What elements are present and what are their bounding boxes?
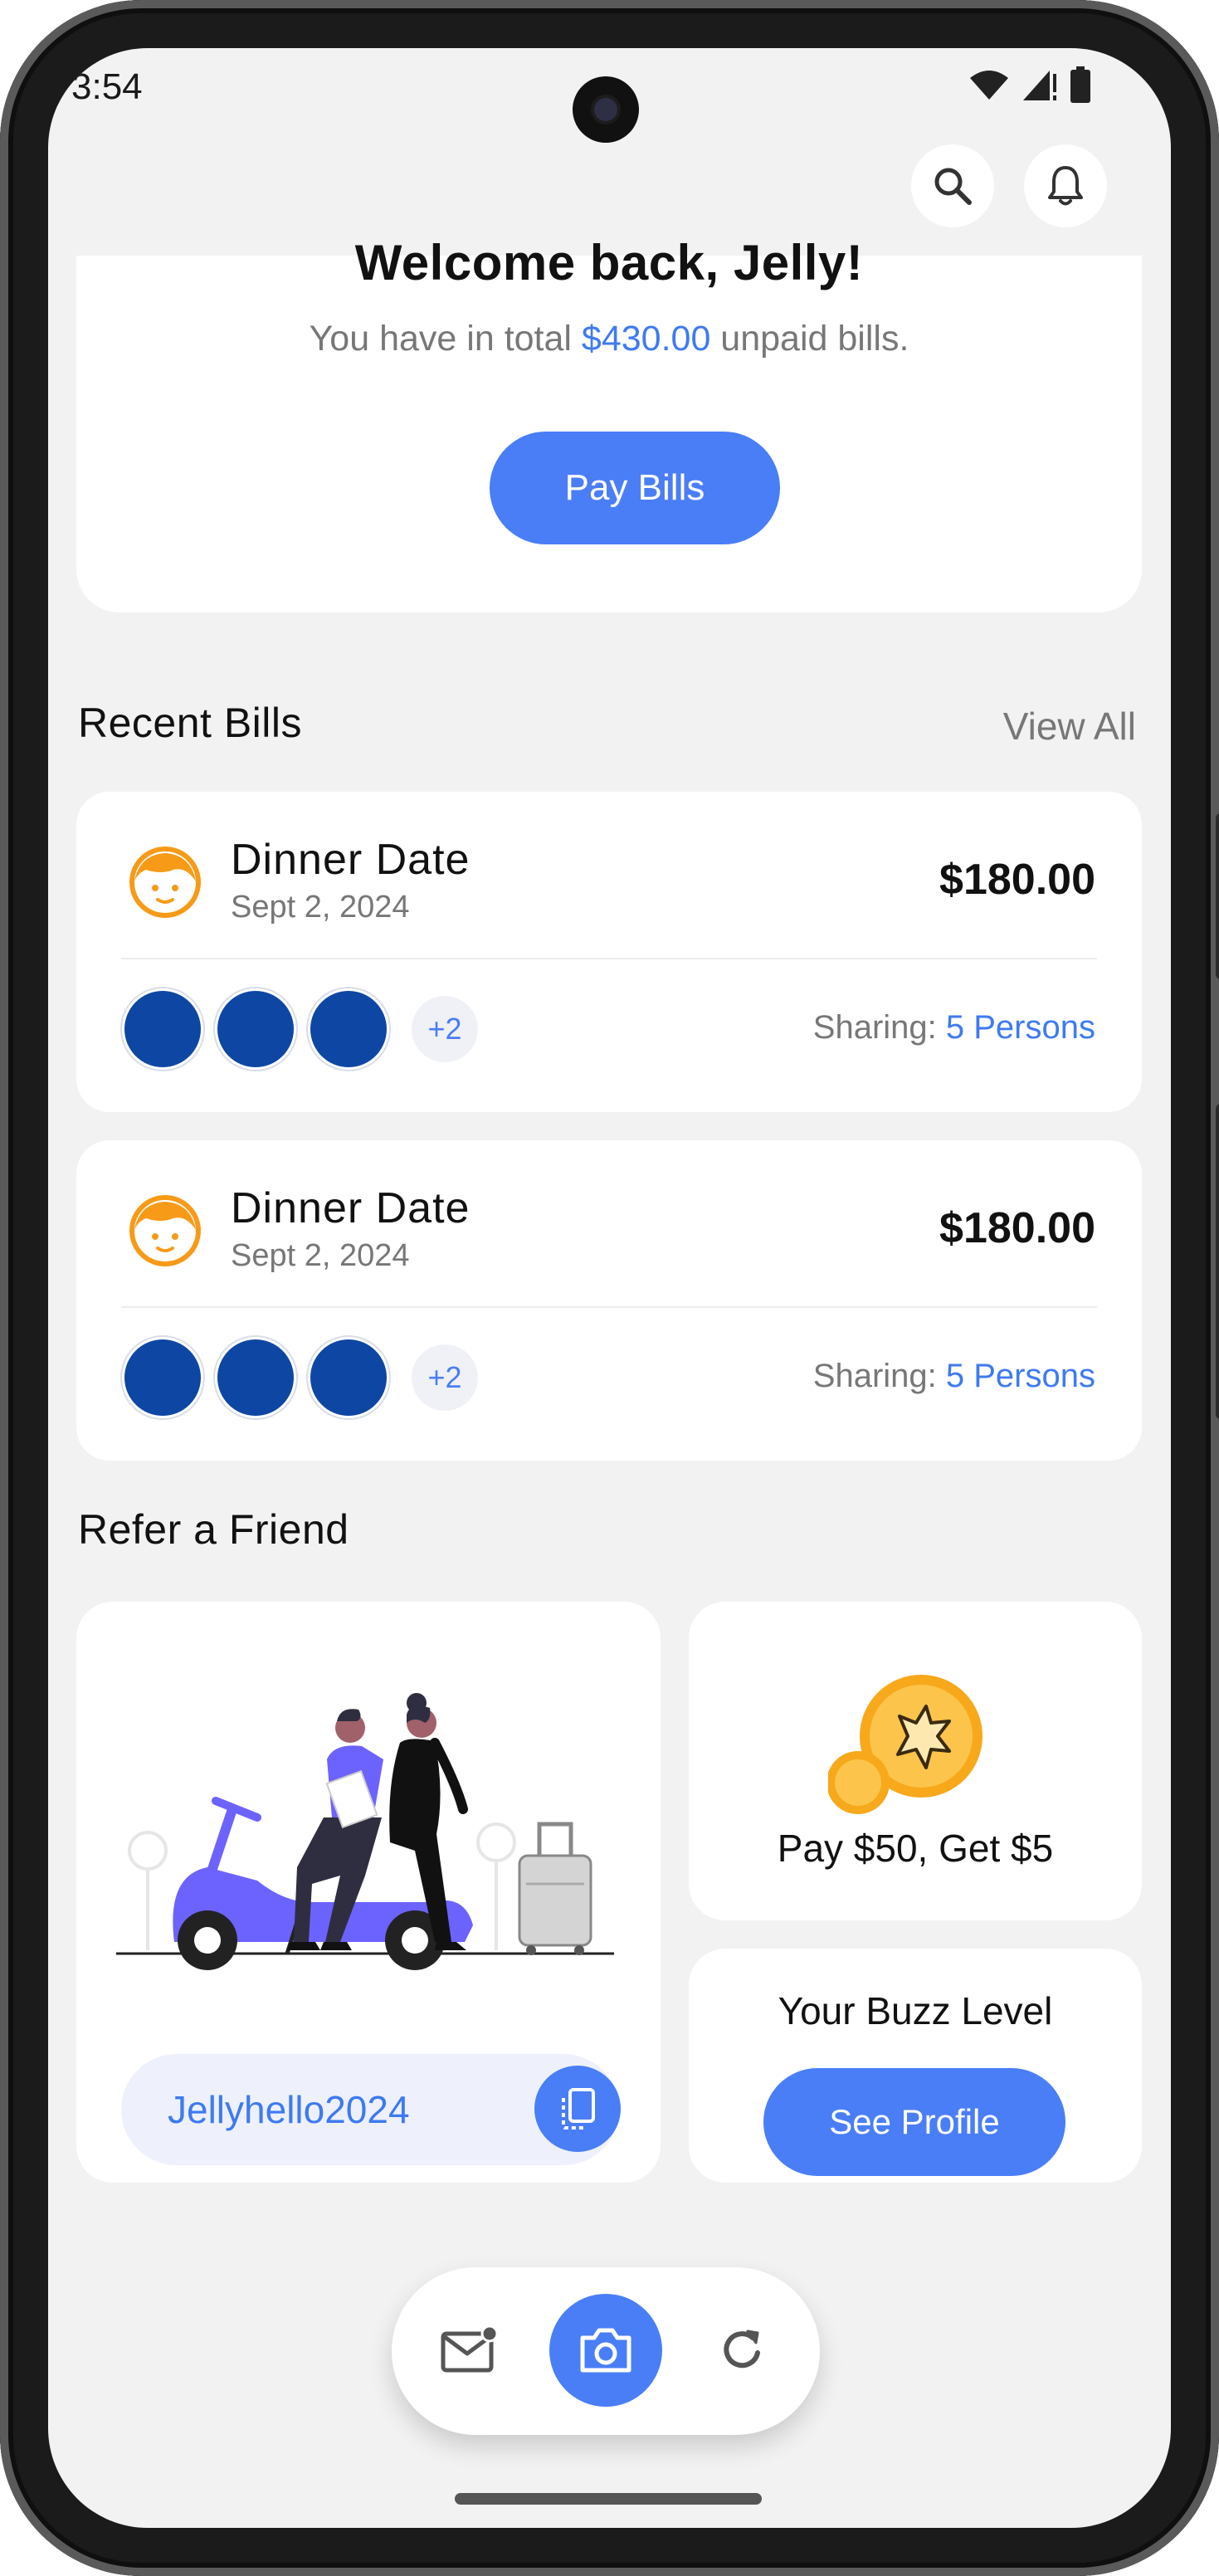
referral-code-field[interactable]: Jellyhello2024 xyxy=(121,2054,621,2165)
see-profile-button[interactable]: See Profile xyxy=(763,2068,1065,2176)
bill-card[interactable]: Dinner Date Sept 2, 2024 $180.00 +2 Shar… xyxy=(76,792,1142,1112)
refer-card: Jellyhello2024 xyxy=(76,1602,661,2183)
refresh-icon xyxy=(724,2330,760,2369)
wifi-icon xyxy=(970,71,1008,100)
bill-date: Sept 2, 2024 xyxy=(231,1238,410,1273)
mail-icon xyxy=(441,2325,499,2373)
phone-frame: 3:54 Welcome back, Jelly! You have in to… xyxy=(0,0,1219,2576)
more-participants-badge: +2 xyxy=(412,1344,478,1411)
bill-name: Dinner Date xyxy=(231,1184,471,1232)
copy-icon xyxy=(562,2088,595,2130)
participant-avatar xyxy=(217,991,294,1067)
bill-divider xyxy=(121,1306,1097,1308)
face-avatar-icon xyxy=(129,1195,201,1266)
nav-refresh-button[interactable] xyxy=(685,2294,798,2407)
welcome-card: Welcome back, Jelly! You have in total $… xyxy=(76,235,1142,612)
buzz-level-card: Your Buzz Level See Profile xyxy=(689,1949,1142,2183)
unpaid-summary: You have in total $430.00 unpaid bills. xyxy=(76,319,1142,359)
signal-icon xyxy=(1023,71,1056,100)
sharing-count: 5 Persons xyxy=(945,1009,1095,1046)
volume-button xyxy=(1216,1104,1219,1419)
sharing-label: Sharing: xyxy=(812,1009,946,1046)
copy-code-button[interactable] xyxy=(534,2066,621,2152)
sharing-count: 5 Persons xyxy=(945,1358,1095,1394)
status-time: 3:54 xyxy=(71,66,143,107)
nav-camera-button[interactable] xyxy=(549,2294,662,2407)
bill-card[interactable]: Dinner Date Sept 2, 2024 $180.00 +2 Shar… xyxy=(76,1140,1142,1461)
participant-avatar xyxy=(124,991,201,1067)
view-all-link[interactable]: View All xyxy=(1003,704,1136,749)
screen: 3:54 Welcome back, Jelly! You have in to… xyxy=(48,48,1171,2528)
search-icon xyxy=(934,168,972,205)
pay-bills-button[interactable]: Pay Bills xyxy=(490,432,780,544)
more-participants-badge: +2 xyxy=(412,996,478,1062)
sharing-info: Sharing: 5 Persons xyxy=(813,1358,1095,1395)
participant-avatar xyxy=(310,1339,387,1416)
unpaid-summary-prefix: You have in total xyxy=(309,319,582,359)
front-camera xyxy=(573,76,639,143)
welcome-title: Welcome back, Jelly! xyxy=(354,235,864,290)
home-indicator[interactable] xyxy=(455,2493,762,2505)
bell-icon xyxy=(1048,166,1083,206)
coin-reward-icon xyxy=(828,1675,983,1814)
unpaid-total: $430.00 xyxy=(581,319,711,359)
recent-bills-title: Recent Bills xyxy=(78,700,302,746)
reward-card[interactable]: Pay $50, Get $5 xyxy=(689,1602,1142,1920)
power-button xyxy=(1216,813,1219,979)
scooter-couple-illustration xyxy=(116,1693,614,1970)
reward-offer: Pay $50, Get $5 xyxy=(777,1827,1054,1870)
status-icons xyxy=(968,66,1091,103)
participant-avatar xyxy=(217,1339,294,1416)
nav-mail-button[interactable] xyxy=(413,2294,526,2407)
buzz-level-title: Your Buzz Level xyxy=(778,1989,1053,2032)
sharing-info: Sharing: 5 Persons xyxy=(813,1009,1095,1046)
unpaid-summary-suffix: unpaid bills. xyxy=(710,319,909,359)
bill-amount: $180.00 xyxy=(939,856,1095,904)
bill-name: Dinner Date xyxy=(231,836,471,884)
battery-icon xyxy=(1070,66,1090,103)
camera-icon xyxy=(580,2328,631,2373)
search-button[interactable] xyxy=(911,144,994,227)
participant-avatar xyxy=(310,991,387,1067)
bill-date: Sept 2, 2024 xyxy=(231,890,410,925)
face-avatar-icon xyxy=(129,846,201,918)
referral-code: Jellyhello2024 xyxy=(168,2088,410,2131)
bill-divider xyxy=(121,958,1097,959)
bill-amount: $180.00 xyxy=(939,1204,1095,1252)
sharing-label: Sharing: xyxy=(812,1358,946,1394)
participant-avatar xyxy=(124,1339,201,1416)
refer-friend-title: Refer a Friend xyxy=(78,1506,349,1553)
notifications-button[interactable] xyxy=(1024,144,1107,227)
bottom-nav xyxy=(392,2267,820,2435)
